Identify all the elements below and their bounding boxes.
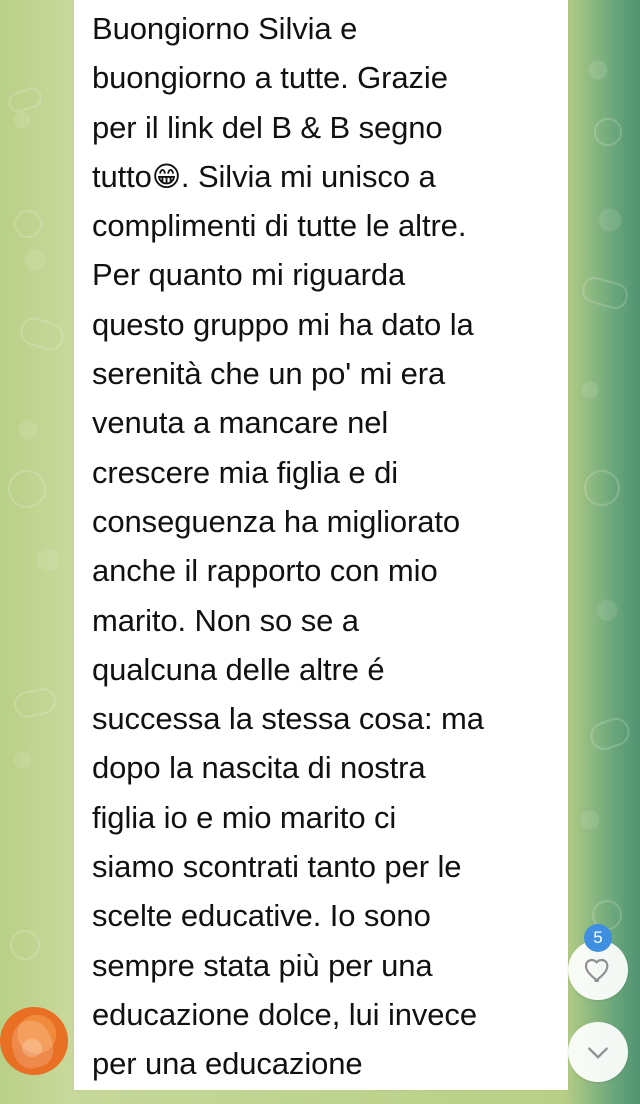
message-line: complimenti di tutte le altre. bbox=[92, 208, 467, 244]
message-line: serenità che un po' mi era bbox=[92, 356, 446, 392]
message-line: siamo scontrati tanto per le bbox=[92, 849, 462, 885]
reaction-count-badge: 5 bbox=[584, 924, 612, 952]
heart-outline-icon bbox=[584, 958, 609, 982]
message-line: anche il rapporto con mio bbox=[92, 553, 438, 589]
message-text: Buongiorno Silvia e buongiorno a tutte. … bbox=[92, 4, 550, 1089]
message-line: sempre stata più per una bbox=[92, 947, 433, 983]
wallpaper-doodle bbox=[586, 714, 634, 754]
message-line: educazione dolce, lui invece bbox=[92, 996, 477, 1032]
message-text-segment: tutto bbox=[92, 158, 152, 194]
message-line: marito. Non so se a bbox=[92, 602, 359, 638]
message-line: per una educazione bbox=[92, 1046, 363, 1082]
wallpaper-doodle bbox=[14, 210, 42, 238]
message-line: crescere mia figlia e di bbox=[92, 454, 398, 490]
wallpaper-doodle bbox=[5, 85, 45, 115]
wallpaper-doodle bbox=[16, 313, 68, 355]
message-line: conseguenza ha migliorato bbox=[92, 503, 461, 539]
message-line: per il link del B & B segno bbox=[92, 109, 443, 145]
message-text-segment: . Silvia mi unisco a bbox=[180, 158, 436, 194]
wallpaper-doodle bbox=[579, 274, 631, 312]
message-line: qualcuna delle altre é bbox=[92, 651, 385, 687]
sender-avatar[interactable] bbox=[0, 1007, 68, 1075]
message-line: Per quanto mi riguarda bbox=[92, 257, 406, 293]
chevron-down-icon bbox=[588, 1047, 608, 1059]
wallpaper-doodle bbox=[10, 930, 40, 960]
message-bubble[interactable]: Buongiorno Silvia e buongiorno a tutte. … bbox=[74, 0, 568, 1090]
message-line: dopo la nascita di nostra bbox=[92, 750, 426, 786]
message-line: figlia io e mio marito ci bbox=[92, 799, 397, 835]
scroll-to-bottom-button[interactable] bbox=[568, 1022, 628, 1082]
message-line: Buongiorno Silvia e bbox=[92, 11, 358, 46]
message-line: scelte educative. Io sono bbox=[92, 898, 431, 934]
wallpaper-doodle bbox=[11, 685, 59, 721]
message-line: tutto😁. Silvia mi unisco a bbox=[92, 152, 550, 201]
message-line: venuta a mancare nel bbox=[92, 405, 389, 441]
message-line: questo gruppo mi ha dato la bbox=[92, 306, 474, 342]
wallpaper-doodle bbox=[8, 470, 46, 508]
grinning-emoji: 😁 bbox=[151, 159, 181, 193]
message-line: successa la stessa cosa: ma bbox=[92, 701, 484, 737]
message-line: buongiorno a tutte. Grazie bbox=[92, 60, 448, 96]
wallpaper-doodle bbox=[594, 118, 622, 146]
wallpaper-doodle bbox=[584, 470, 620, 506]
